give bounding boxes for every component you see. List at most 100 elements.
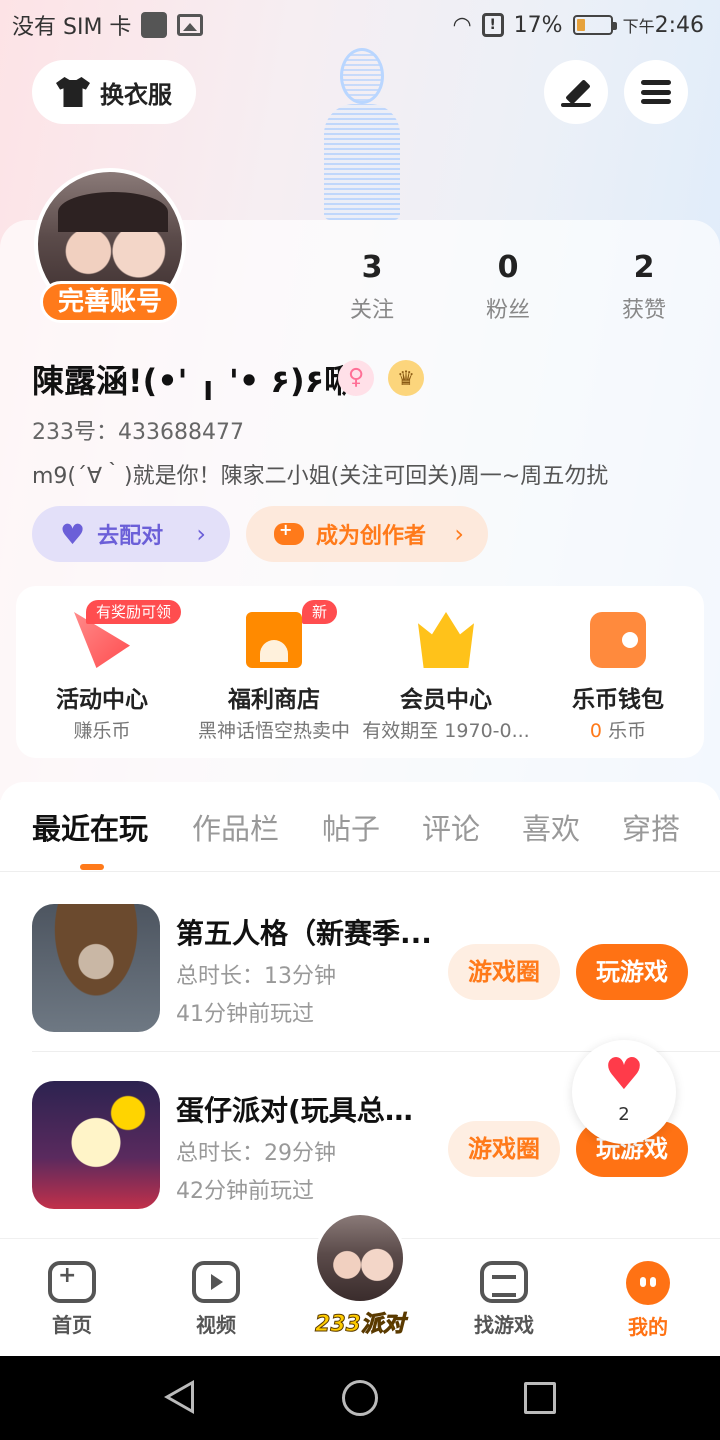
likes-count: 2 xyxy=(633,250,655,285)
video-icon xyxy=(192,1261,240,1303)
wifi-icon: ◠ xyxy=(452,12,472,38)
feature-title: 乐币钱包 xyxy=(572,687,664,713)
home-icon[interactable] xyxy=(342,1380,378,1416)
feature-subtitle: 有效期至 1970-0... xyxy=(362,720,530,742)
carrier-text: 没有 SIM 卡 xyxy=(12,15,132,40)
feature-title: 会员中心 xyxy=(400,687,492,713)
game-duration: 总时长：13分钟 xyxy=(176,964,336,989)
tab-likes[interactable]: 喜欢 xyxy=(522,806,580,848)
avatar-hologram[interactable] xyxy=(312,48,412,220)
crown-icon[interactable]: ♛ xyxy=(388,360,424,396)
tab-works[interactable]: 作品栏 xyxy=(192,806,279,848)
match-button[interactable]: ♥ 去配对 › xyxy=(32,506,230,562)
following-label: 关注 xyxy=(349,298,394,323)
likes-label: 获赞 xyxy=(621,298,666,323)
like-count: 2 xyxy=(618,1104,630,1125)
system-nav-bar xyxy=(0,1356,720,1440)
crown-icon xyxy=(418,612,474,668)
following-count: 3 xyxy=(361,250,383,285)
alert-icon: ! xyxy=(481,13,504,37)
nav-video-label: 视频 xyxy=(196,1313,236,1337)
following-stat[interactable]: 3 关注 xyxy=(304,248,440,324)
game-icon[interactable] xyxy=(32,904,160,1032)
member-center[interactable]: 会员中心 有效期至 1970-0... xyxy=(360,586,532,758)
list-item[interactable]: 第五人格（新赛季... 总时长：13分钟 41分钟前玩过 游戏圈 玩游戏 xyxy=(0,876,720,1052)
nav-me-label: 我的 xyxy=(628,1315,668,1339)
match-label: 去配对 xyxy=(97,524,164,549)
status-bar: 没有 SIM 卡 ◠ ! 17% 下午2:46 xyxy=(0,0,720,50)
change-outfit-button[interactable]: 换衣服 xyxy=(32,60,196,124)
image-notification-icon xyxy=(177,14,204,36)
tab-comments[interactable]: 评论 xyxy=(422,806,480,848)
menu-button[interactable] xyxy=(624,60,688,124)
coin-wallet[interactable]: 乐币钱包 0 乐币 xyxy=(532,586,704,758)
recent-apps-icon[interactable] xyxy=(524,1382,556,1414)
activity-center[interactable]: 有奖励可领 活动中心 赚乐币 xyxy=(16,586,188,758)
become-creator-button[interactable]: 成为创作者 › xyxy=(246,506,488,562)
likes-stat[interactable]: 2 获赞 xyxy=(576,248,712,324)
followers-label: 粉丝 xyxy=(485,298,530,323)
nav-home[interactable]: 首页 xyxy=(22,1239,122,1357)
welfare-shop[interactable]: 新 福利商店 黑神话悟空热卖中 xyxy=(188,586,360,758)
chevron-right-icon: › xyxy=(454,520,464,548)
bio: m9(´∀｀)就是你！陳家二小姐(关注可回关)周一~周五勿扰 xyxy=(32,464,609,489)
game-title: 蛋仔派对(玩具总动... xyxy=(176,1094,432,1127)
floating-like-button[interactable]: ♥ 2 xyxy=(572,1040,676,1144)
chevron-right-icon: › xyxy=(196,520,206,548)
become-creator-label: 成为创作者 xyxy=(316,524,427,549)
coin-unit: 乐币 xyxy=(608,720,647,742)
pen-icon xyxy=(561,77,591,107)
tab-posts[interactable]: 帖子 xyxy=(322,806,380,848)
complete-account-button[interactable]: 完善账号 xyxy=(40,281,180,323)
tab-recently-played[interactable]: 最近在玩 xyxy=(32,806,148,848)
game-circle-button[interactable]: 游戏圈 xyxy=(448,1121,560,1177)
edit-profile-button[interactable] xyxy=(544,60,608,124)
coin-balance: 0 xyxy=(589,720,603,742)
nav-home-label: 首页 xyxy=(52,1313,92,1337)
battery-percent: 17% xyxy=(513,12,563,38)
username: 陳露涵!(•' ╻ '• ۶)۶啾! xyxy=(32,362,371,400)
menu-icon xyxy=(641,80,671,104)
game-last-played: 42分钟前玩过 xyxy=(176,1179,314,1204)
game-icon[interactable] xyxy=(32,1081,160,1209)
back-icon[interactable] xyxy=(164,1380,194,1414)
shirt-icon xyxy=(56,77,90,107)
notification-app-icon xyxy=(141,12,168,38)
game-duration: 总时长：29分钟 xyxy=(176,1141,336,1166)
followers-count: 0 xyxy=(497,250,519,285)
tab-outfits[interactable]: 穿搭 xyxy=(622,806,680,848)
play-game-button[interactable]: 玩游戏 xyxy=(576,944,688,1000)
party-label[interactable]: 233派对 xyxy=(310,1306,410,1338)
change-outfit-label: 换衣服 xyxy=(100,80,172,109)
reward-badge: 有奖励可领 xyxy=(86,600,182,624)
feature-title: 福利商店 xyxy=(228,687,320,713)
nav-me[interactable]: 我的 xyxy=(598,1239,698,1357)
list-icon xyxy=(480,1261,528,1303)
game-title: 第五人格（新赛季... xyxy=(176,917,432,950)
heart-icon: ♥ xyxy=(60,517,86,551)
tab-indicator xyxy=(80,864,104,870)
feature-subtitle: 黑神话悟空热卖中 xyxy=(197,720,350,742)
nav-find-games-label: 找游戏 xyxy=(474,1313,534,1337)
followers-stat[interactable]: 0 粉丝 xyxy=(440,248,576,324)
shop-icon xyxy=(246,612,302,668)
game-last-played: 41分钟前玩过 xyxy=(176,1002,314,1027)
game-circle-button[interactable]: 游戏圈 xyxy=(448,944,560,1000)
nav-video[interactable]: 视频 xyxy=(166,1239,266,1357)
feature-title: 活动中心 xyxy=(56,687,148,713)
me-icon xyxy=(626,1261,670,1305)
wallet-icon xyxy=(590,612,646,668)
gamepad-icon xyxy=(48,1261,96,1303)
feature-grid: 有奖励可领 活动中心 赚乐币 新 福利商店 黑神话悟空热卖中 会员中心 有效期至… xyxy=(16,586,704,758)
feature-subtitle: 赚乐币 xyxy=(73,720,131,742)
clock: 下午2:46 xyxy=(622,12,704,38)
profile-stats: 3 关注 0 粉丝 2 获赞 xyxy=(304,248,712,324)
profile-tabs: 最近在玩 作品栏 帖子 评论 喜欢 穿搭 xyxy=(0,782,720,872)
gamepad-icon xyxy=(274,520,304,545)
party-avatar-button[interactable] xyxy=(314,1212,406,1304)
battery-icon xyxy=(572,15,617,35)
user-id: 233号：433688477 xyxy=(32,420,244,445)
hologram-body xyxy=(324,104,400,220)
female-icon: ♀ xyxy=(338,360,374,396)
nav-find-games[interactable]: 找游戏 xyxy=(454,1239,554,1357)
